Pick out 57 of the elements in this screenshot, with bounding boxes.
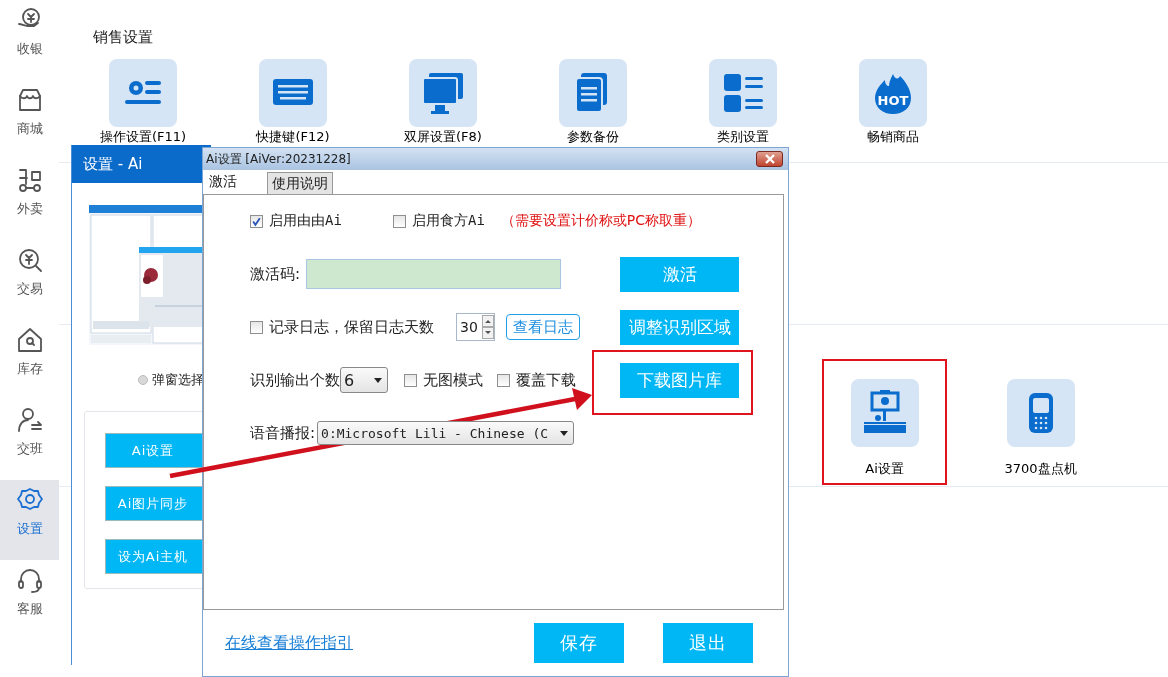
close-button[interactable] [756, 151, 783, 167]
tab[interactable]: 使用说明 [267, 172, 333, 194]
person-swap-icon [15, 406, 44, 434]
hot-label: HOT [877, 93, 909, 108]
spin-arrows-icon [481, 315, 494, 339]
checkbox[interactable] [250, 320, 263, 334]
sidebar-item[interactable]: 交班 [0, 400, 59, 480]
handheld-terminal-icon [1006, 379, 1075, 447]
checkbox[interactable] [404, 373, 417, 387]
voice-dropdown[interactable]: 0:Microsoft Lili - Chinese (C [317, 421, 575, 445]
window-title: Ai设置 [AiVer:20231228] [206, 150, 351, 168]
count-dropdown[interactable]: 6 [340, 367, 388, 393]
settings-tile[interactable]: 双屏设置(F8) [368, 59, 518, 145]
settings-tile[interactable]: 参数备份 [518, 59, 668, 145]
warning-note: （需要设置计价称或PC称取重） [500, 212, 702, 230]
monitors-icon [409, 59, 477, 127]
field-label: 识别输出个数 [250, 370, 340, 390]
radio-label: 弹窗选择 [152, 371, 204, 389]
section-title: 销售设置 [92, 27, 154, 47]
sidebar-item[interactable]: 交易 [0, 240, 59, 320]
activation-code-field[interactable] [306, 259, 562, 289]
checkbox[interactable] [497, 373, 510, 387]
field-label: 语音播报: [250, 423, 316, 443]
checkbox-label: 无图模式 [423, 370, 483, 390]
settings-tile[interactable]: 类别设置 [668, 59, 818, 145]
caret-icon [374, 377, 382, 383]
settings-tile[interactable]: 快捷键(F12) [218, 59, 368, 145]
sidebar-item[interactable]: 库存 [0, 320, 59, 400]
close-icon [763, 154, 776, 164]
sidebar-item[interactable]: 收银 [0, 0, 59, 80]
keyboard-icon [259, 59, 327, 127]
days-spinbox[interactable]: 30 [456, 313, 495, 341]
list-icon [709, 59, 777, 127]
tool-tile[interactable]: Ai设置 [822, 359, 947, 485]
sidebar-item[interactable]: 商城 [0, 80, 59, 160]
scale-icon [850, 379, 919, 447]
settings-tile[interactable]: HOT 畅销商品 [818, 59, 968, 145]
sidebar-item[interactable]: 设置 [0, 480, 59, 560]
radio-button[interactable] [138, 375, 148, 385]
checkbox-label: 覆盖下载 [516, 370, 576, 390]
guide-link[interactable]: 在线查看操作指引 [225, 632, 353, 654]
gear-list-icon [109, 59, 177, 127]
checkbox-label: 记录日志，保留日志天数 [269, 317, 434, 337]
headset-icon [15, 566, 44, 594]
checkbox-label: 启用由由Ai [269, 212, 342, 230]
checkbox-label: 启用食方Ai [412, 212, 485, 230]
checkbox[interactable] [250, 214, 263, 228]
field-label: 激活码: [250, 264, 301, 284]
view-log-button[interactable]: 查看日志 [505, 314, 580, 340]
house-search-icon [15, 326, 44, 354]
documents-icon [559, 59, 627, 127]
tool-tile[interactable]: 3700盘点机 [978, 359, 1103, 485]
sidebar-item[interactable]: 外卖 [0, 160, 59, 240]
caret-icon [560, 430, 569, 436]
settings-tile[interactable]: 操作设置(F11) [68, 59, 218, 145]
sidebar-item[interactable]: 客服 [0, 560, 59, 640]
checkbox[interactable] [393, 214, 406, 228]
